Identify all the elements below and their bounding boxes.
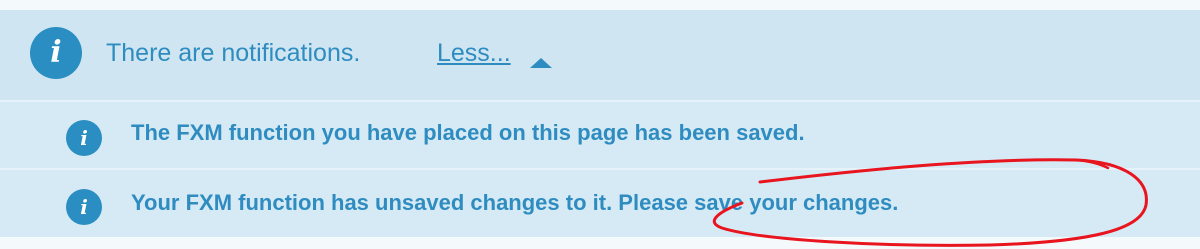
top-divider: [0, 0, 1200, 10]
caret-up-icon[interactable]: [530, 58, 552, 68]
notification-item: i Your FXM function has unsaved changes …: [0, 170, 1200, 237]
info-icon: i: [66, 189, 102, 225]
notification-item: i The FXM function you have placed on th…: [0, 102, 1200, 170]
info-icon: i: [66, 120, 102, 156]
notification-header: i There are notifications. Less...: [0, 10, 1200, 102]
notification-panel: i There are notifications. Less... i The…: [0, 0, 1200, 249]
info-icon: i: [30, 27, 82, 79]
bottom-divider: [0, 237, 1200, 249]
notification-text: The FXM function you have placed on this…: [131, 120, 805, 145]
notification-text: Your FXM function has unsaved changes to…: [131, 190, 899, 215]
notification-summary: There are notifications.: [106, 39, 361, 67]
less-toggle-link[interactable]: Less...: [437, 38, 511, 68]
